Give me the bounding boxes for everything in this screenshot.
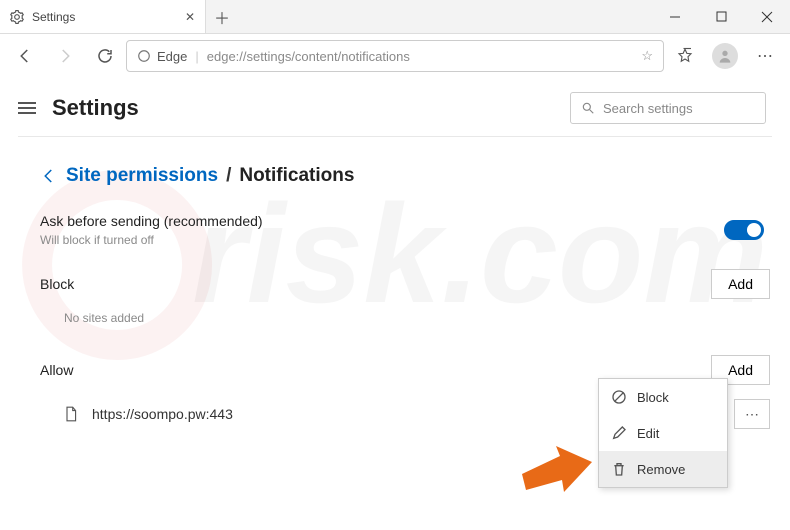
settings-header: Settings Search settings [0, 78, 790, 136]
file-icon [64, 406, 78, 422]
gear-icon [10, 10, 24, 24]
block-empty-text: No sites added [40, 299, 770, 325]
close-tab-icon[interactable]: ✕ [185, 10, 195, 24]
breadcrumb-separator: / [226, 165, 231, 187]
edge-icon [137, 49, 151, 63]
back-button[interactable] [6, 38, 44, 74]
menu-edit[interactable]: Edit [599, 415, 727, 451]
forward-button[interactable] [46, 38, 84, 74]
address-bar[interactable]: Edge | edge://settings/content/notificat… [126, 40, 664, 72]
browser-tab[interactable]: Settings ✕ [0, 0, 206, 33]
annotation-arrow [522, 444, 592, 494]
hamburger-icon[interactable] [18, 101, 36, 115]
minimize-button[interactable] [652, 0, 698, 33]
block-add-button[interactable]: Add [711, 269, 770, 299]
menu-button[interactable]: ⋯ [746, 38, 784, 74]
ask-before-sending-sub: Will block if turned off [40, 233, 263, 247]
url-text: edge://settings/content/notifications [207, 49, 410, 64]
block-section-title: Block [40, 276, 74, 292]
favorites-button[interactable] [666, 38, 704, 74]
breadcrumb: Site permissions / Notifications [40, 165, 770, 187]
new-tab-button[interactable]: ＋ [206, 0, 238, 33]
browser-toolbar: Edge | edge://settings/content/notificat… [0, 34, 790, 78]
window-titlebar: Settings ✕ ＋ [0, 0, 790, 34]
trash-icon [611, 461, 627, 477]
breadcrumb-back-icon[interactable] [40, 167, 58, 185]
menu-block[interactable]: Block [599, 379, 727, 415]
menu-remove[interactable]: Remove [599, 451, 727, 487]
site-identity: Edge [137, 49, 187, 64]
block-icon [611, 389, 627, 405]
search-input[interactable]: Search settings [570, 92, 766, 124]
ask-before-sending-toggle[interactable] [724, 220, 764, 240]
refresh-button[interactable] [86, 38, 124, 74]
close-window-button[interactable] [744, 0, 790, 33]
allow-section-title: Allow [40, 362, 73, 378]
avatar-icon [717, 48, 733, 64]
search-placeholder: Search settings [603, 101, 693, 116]
breadcrumb-parent[interactable]: Site permissions [66, 165, 218, 187]
ask-before-sending-label: Ask before sending (recommended) [40, 213, 263, 229]
search-icon [581, 101, 595, 115]
context-menu: Block Edit Remove [598, 378, 728, 488]
page-title: Settings [52, 95, 139, 121]
profile-button[interactable] [706, 38, 744, 74]
maximize-button[interactable] [698, 0, 744, 33]
site-more-button[interactable]: ⋯ [734, 399, 770, 429]
separator: | [195, 49, 198, 64]
favorite-icon[interactable]: ☆ [641, 48, 653, 64]
tab-title: Settings [32, 10, 75, 24]
allow-site-url: https://soompo.pw:443 [92, 406, 233, 422]
breadcrumb-current: Notifications [239, 165, 354, 187]
edit-icon [611, 425, 627, 441]
